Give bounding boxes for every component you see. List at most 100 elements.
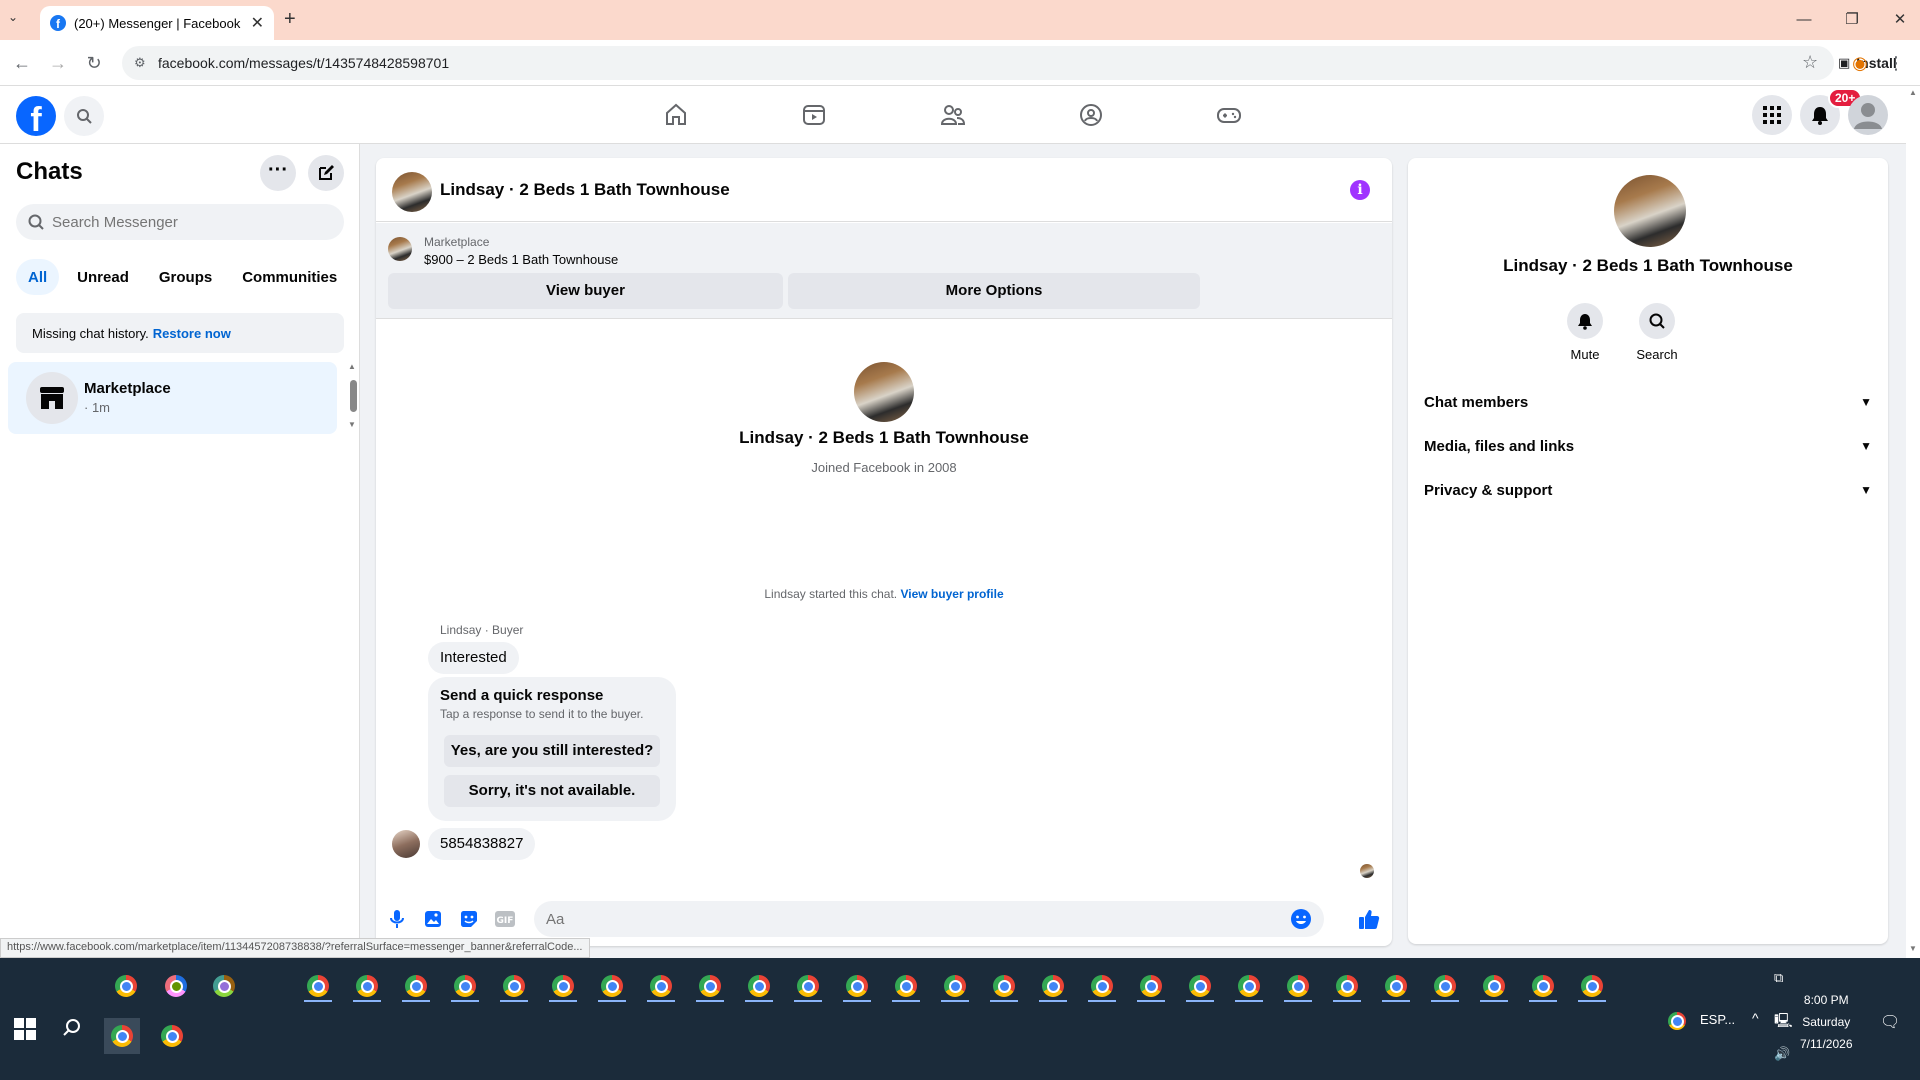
gaming-tab[interactable] bbox=[1213, 99, 1245, 131]
system-clock[interactable]: 8:00 PM Saturday 7/11/2026 bbox=[1800, 989, 1853, 1055]
taskbar-chrome-window[interactable] bbox=[1476, 968, 1512, 1004]
taskbar-chrome-window[interactable] bbox=[545, 968, 581, 1004]
chat-list-item[interactable]: Marketplace · 1m bbox=[8, 362, 337, 434]
browser-tab[interactable]: f (20+) Messenger | Facebook ✕ bbox=[40, 6, 274, 40]
taskbar-chrome-window[interactable] bbox=[1280, 968, 1316, 1004]
taskbar-chrome-window[interactable] bbox=[349, 968, 385, 1004]
close-window-icon[interactable]: ✕ bbox=[1888, 8, 1912, 32]
taskbar-chrome-window[interactable] bbox=[986, 968, 1022, 1004]
taskbar-chrome-window[interactable] bbox=[839, 968, 875, 1004]
mute-button[interactable]: Mute bbox=[1550, 303, 1620, 362]
view-buyer-profile-link[interactable]: View buyer profile bbox=[900, 587, 1003, 601]
taskbar-chrome-window[interactable] bbox=[300, 968, 336, 1004]
gif-button[interactable]: GIF bbox=[494, 908, 516, 930]
sidebar-scrollbar[interactable]: ▲ ▼ bbox=[348, 362, 358, 432]
taskbar-chrome-window[interactable] bbox=[1574, 968, 1610, 1004]
taskbar-chrome-window[interactable] bbox=[1035, 968, 1071, 1004]
sticker-button[interactable] bbox=[458, 908, 480, 930]
menu-button[interactable] bbox=[1752, 95, 1792, 135]
show-hidden-icons[interactable]: ^ bbox=[1752, 1010, 1759, 1026]
facebook-search-button[interactable] bbox=[64, 96, 104, 136]
taskbar-chrome-window[interactable] bbox=[594, 968, 630, 1004]
taskbar-chrome-active[interactable] bbox=[104, 1018, 140, 1054]
search-messenger-input[interactable] bbox=[52, 213, 322, 231]
message-input-box[interactable] bbox=[534, 901, 1324, 937]
taskbar-pinned-app[interactable] bbox=[158, 968, 194, 1004]
taskbar-chrome-window[interactable] bbox=[1133, 968, 1169, 1004]
restore-icon[interactable]: ❐ bbox=[1840, 8, 1864, 32]
back-icon[interactable]: ← bbox=[10, 51, 34, 75]
windows-start-icon[interactable] bbox=[14, 1018, 36, 1040]
attach-media-button[interactable] bbox=[422, 908, 444, 930]
filter-groups[interactable]: Groups bbox=[147, 259, 224, 295]
new-message-button[interactable] bbox=[308, 155, 344, 191]
taskbar-chrome-window[interactable] bbox=[1182, 968, 1218, 1004]
scroll-up-icon[interactable]: ▲ bbox=[1909, 88, 1917, 97]
message-input[interactable] bbox=[546, 910, 1246, 928]
taskbar-chrome[interactable] bbox=[154, 1018, 190, 1054]
friends-tab[interactable] bbox=[937, 99, 969, 131]
emoji-button[interactable] bbox=[1290, 908, 1312, 930]
section-privacy-support[interactable]: Privacy & support ▼ bbox=[1424, 468, 1872, 512]
taskbar-search-icon[interactable] bbox=[62, 1018, 82, 1038]
taskbar-chrome-window[interactable] bbox=[1427, 968, 1463, 1004]
video-tab[interactable] bbox=[798, 99, 830, 131]
taskbar-pinned-app[interactable] bbox=[206, 968, 242, 1004]
taskbar-chrome-window[interactable] bbox=[790, 968, 826, 1004]
more-options-button[interactable]: ··· bbox=[260, 155, 296, 191]
site-info-icon[interactable]: ⚙ bbox=[134, 55, 146, 71]
search-messenger[interactable] bbox=[16, 204, 344, 240]
home-tab[interactable] bbox=[660, 99, 692, 131]
voice-clip-button[interactable] bbox=[386, 908, 408, 930]
taskbar-chrome-window[interactable] bbox=[937, 968, 973, 1004]
taskbar-chrome-window[interactable] bbox=[741, 968, 777, 1004]
volume-icon[interactable]: 🔊 bbox=[1774, 1046, 1790, 1062]
page-scrollbar[interactable]: ▲ ▼ bbox=[1906, 86, 1920, 958]
view-buyer-button[interactable]: View buyer bbox=[388, 273, 783, 309]
forward-icon[interactable]: → bbox=[46, 51, 70, 75]
taskbar-chrome-window[interactable] bbox=[1231, 968, 1267, 1004]
taskbar-chrome-window[interactable] bbox=[496, 968, 532, 1004]
url-bar[interactable]: ⚙ facebook.com/messages/t/14357484285987… bbox=[122, 46, 1897, 80]
weather-icon[interactable] bbox=[1668, 1012, 1688, 1032]
like-button[interactable] bbox=[1358, 908, 1380, 930]
account-avatar[interactable] bbox=[1848, 95, 1888, 135]
taskbar-pinned-app[interactable] bbox=[108, 968, 144, 1004]
filter-all[interactable]: All bbox=[16, 259, 60, 295]
minimize-icon[interactable]: — bbox=[1792, 8, 1816, 32]
taskbar-chrome-window[interactable] bbox=[447, 968, 483, 1004]
quick-reply-still-interested[interactable]: Yes, are you still interested? bbox=[444, 735, 660, 767]
listing-price[interactable]: $900 – 2 Beds 1 Bath Townhouse bbox=[424, 252, 618, 267]
taskbar-chrome-window[interactable] bbox=[1525, 968, 1561, 1004]
profile-icon[interactable]: ◉ bbox=[1848, 51, 1872, 75]
taskbar-chrome-window[interactable] bbox=[888, 968, 924, 1004]
restore-now-link[interactable]: Restore now bbox=[153, 326, 231, 341]
groups-tab[interactable] bbox=[1075, 99, 1107, 131]
close-tab-icon[interactable]: ✕ bbox=[251, 13, 264, 33]
taskbar-chrome-window[interactable] bbox=[398, 968, 434, 1004]
taskbar-chrome-window[interactable] bbox=[643, 968, 679, 1004]
taskbar-chrome-window[interactable] bbox=[1329, 968, 1365, 1004]
language-indicator[interactable]: ESP... bbox=[1700, 1012, 1735, 1027]
scroll-thumb[interactable] bbox=[350, 380, 357, 412]
conversation-avatar[interactable] bbox=[392, 172, 432, 212]
facebook-logo-icon[interactable]: f bbox=[16, 96, 56, 136]
info-icon[interactable]: i bbox=[1350, 180, 1370, 200]
quick-reply-not-available[interactable]: Sorry, it's not available. bbox=[444, 775, 660, 807]
search-conversation-button[interactable]: Search bbox=[1622, 303, 1692, 362]
filter-communities[interactable]: Communities bbox=[230, 259, 349, 295]
scroll-down-icon[interactable]: ▼ bbox=[348, 420, 356, 429]
new-tab-icon[interactable]: + bbox=[284, 8, 296, 31]
scroll-up-icon[interactable]: ▲ bbox=[348, 362, 356, 371]
network-icon[interactable]: 🖳 bbox=[1774, 1010, 1793, 1034]
notification-center-icon[interactable]: 🗨 bbox=[1880, 1012, 1900, 1032]
tab-search-icon[interactable]: ⌄ bbox=[8, 10, 18, 24]
section-chat-members[interactable]: Chat members ▼ bbox=[1424, 380, 1872, 424]
reload-icon[interactable]: ↻ bbox=[82, 51, 106, 75]
section-media-files-links[interactable]: Media, files and links ▼ bbox=[1424, 424, 1872, 468]
taskbar-chrome-window[interactable] bbox=[692, 968, 728, 1004]
details-avatar[interactable] bbox=[1614, 175, 1686, 247]
filter-unread[interactable]: Unread bbox=[65, 259, 141, 295]
more-options-button[interactable]: More Options bbox=[788, 273, 1200, 309]
chrome-menu-icon[interactable]: ⋮ bbox=[1884, 51, 1908, 75]
